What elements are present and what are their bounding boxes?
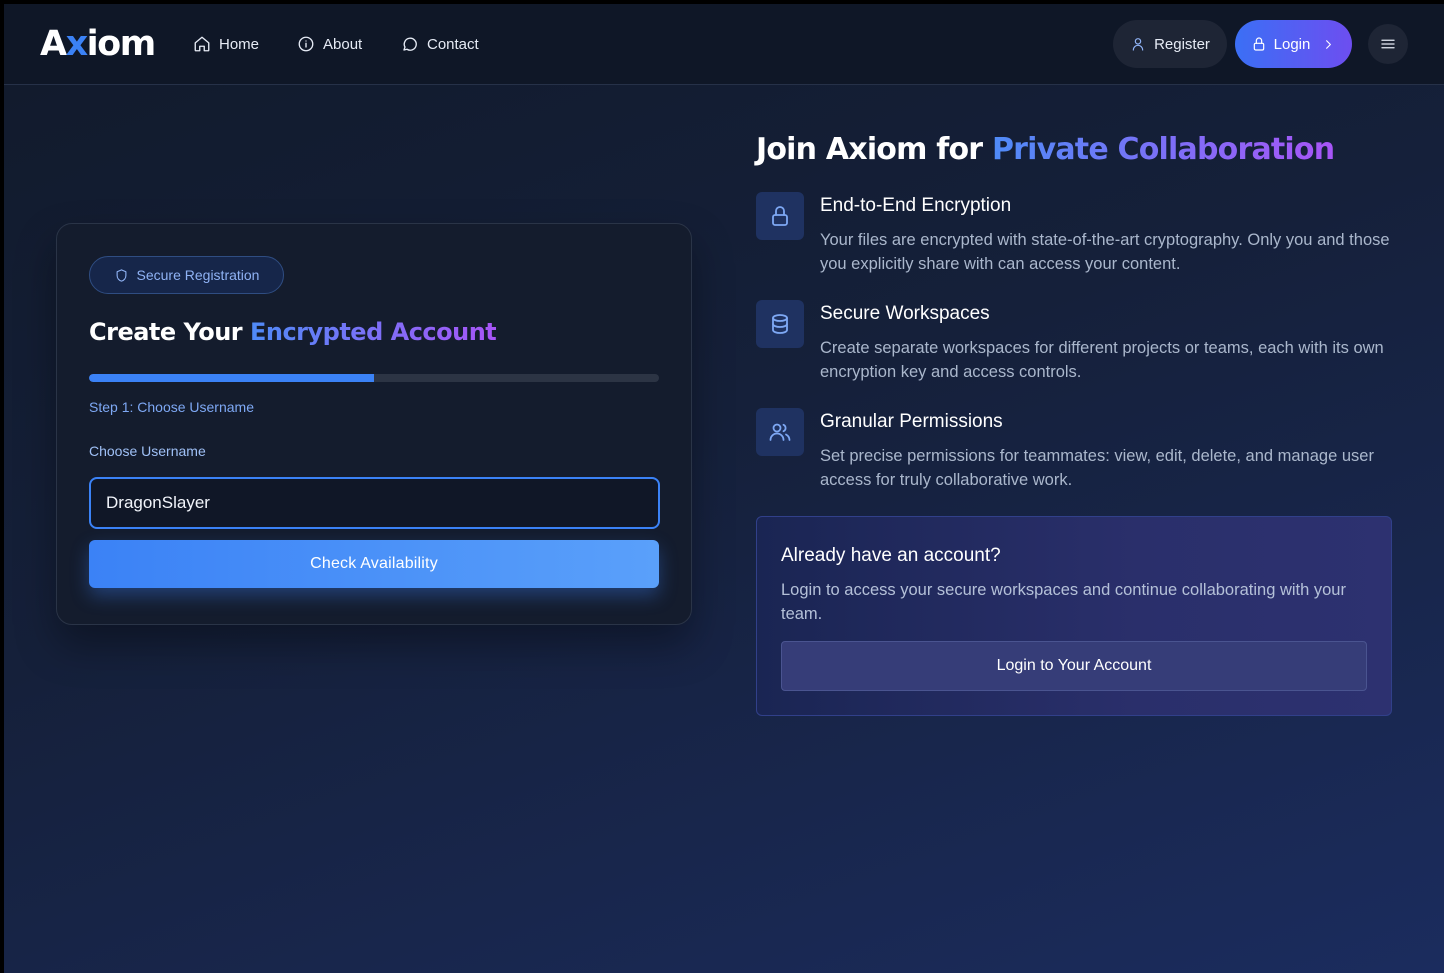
nav-link-home[interactable]: Home — [193, 32, 259, 56]
feature-description: Set precise permissions for teammates: v… — [820, 447, 1374, 489]
registration-card: Secure Registration Create Your Encrypte… — [56, 223, 692, 625]
chevron-right-icon — [1326, 39, 1332, 49]
lock-icon — [772, 206, 788, 226]
feature-icon-box — [756, 300, 804, 348]
username-input[interactable] — [89, 477, 660, 529]
feature-description: Create separate workspaces for different… — [820, 339, 1384, 381]
nav-link-about[interactable]: About — [297, 32, 362, 56]
chat-bubble-icon — [403, 37, 417, 51]
secure-registration-badge: Secure Registration — [89, 256, 284, 294]
database-icon — [772, 314, 788, 334]
nav-link-about-label: About — [323, 35, 363, 53]
register-button[interactable]: Register — [1113, 20, 1227, 68]
username-field-label: Choose Username — [89, 443, 206, 459]
registration-progress-bar — [89, 374, 659, 382]
badge-label: Secure Registration — [136, 267, 260, 283]
login-to-account-button[interactable]: Login to Your Account — [781, 641, 1367, 691]
login-button[interactable]: Login — [1235, 20, 1352, 68]
registration-title: Create Your Encrypted Account — [89, 318, 497, 346]
feature-title: Granular Permissions — [820, 411, 1003, 432]
menu-button[interactable] — [1368, 24, 1408, 64]
lock-icon — [1253, 37, 1264, 51]
join-heading-plain: Join Axiom for — [756, 132, 992, 167]
home-icon — [194, 36, 210, 52]
join-heading-accent: Private Collaboration — [991, 132, 1335, 167]
feature-icon-box — [756, 408, 804, 456]
registration-title-accent: Encrypted Account — [249, 318, 497, 346]
check-availability-button[interactable]: Check Availability — [89, 540, 659, 588]
users-icon — [769, 423, 791, 441]
nav-link-home-label: Home — [219, 35, 260, 53]
page-frame: Axiom Home About Contact Register Login — [4, 4, 1444, 973]
step-indicator: Step 1: Choose Username — [89, 399, 254, 415]
existing-account-title: Already have an account? — [781, 545, 1001, 566]
nav-link-contact-label: Contact — [427, 35, 479, 53]
join-heading: Join Axiom for Private Collaboration — [756, 132, 1335, 167]
existing-account-description: Login to access your secure workspaces a… — [781, 581, 1346, 623]
progress-fill — [89, 374, 374, 382]
registration-title-plain: Create Your — [89, 318, 250, 346]
register-button-label: Register — [1154, 35, 1210, 53]
logo-suffix: iom — [86, 24, 157, 64]
feature-icon-box — [756, 192, 804, 240]
top-navbar: Axiom Home About Contact Register Login — [4, 4, 1444, 85]
feature-title: Secure Workspaces — [820, 303, 990, 324]
nav-link-contact[interactable]: Contact — [401, 32, 479, 56]
axiom-logo[interactable]: Axiom — [40, 24, 157, 64]
logo-accent-letter: x — [65, 24, 89, 64]
user-icon — [1132, 38, 1144, 51]
feature-title: End-to-End Encryption — [820, 195, 1012, 216]
shield-icon — [116, 268, 126, 282]
existing-account-card: Already have an account? Login to access… — [756, 516, 1392, 716]
logo-prefix: A — [40, 24, 67, 64]
hamburger-menu-icon — [1381, 39, 1395, 49]
login-button-label: Login — [1273, 35, 1311, 53]
info-icon — [298, 36, 314, 52]
feature-description: Your files are encrypted with state-of-t… — [820, 231, 1390, 273]
